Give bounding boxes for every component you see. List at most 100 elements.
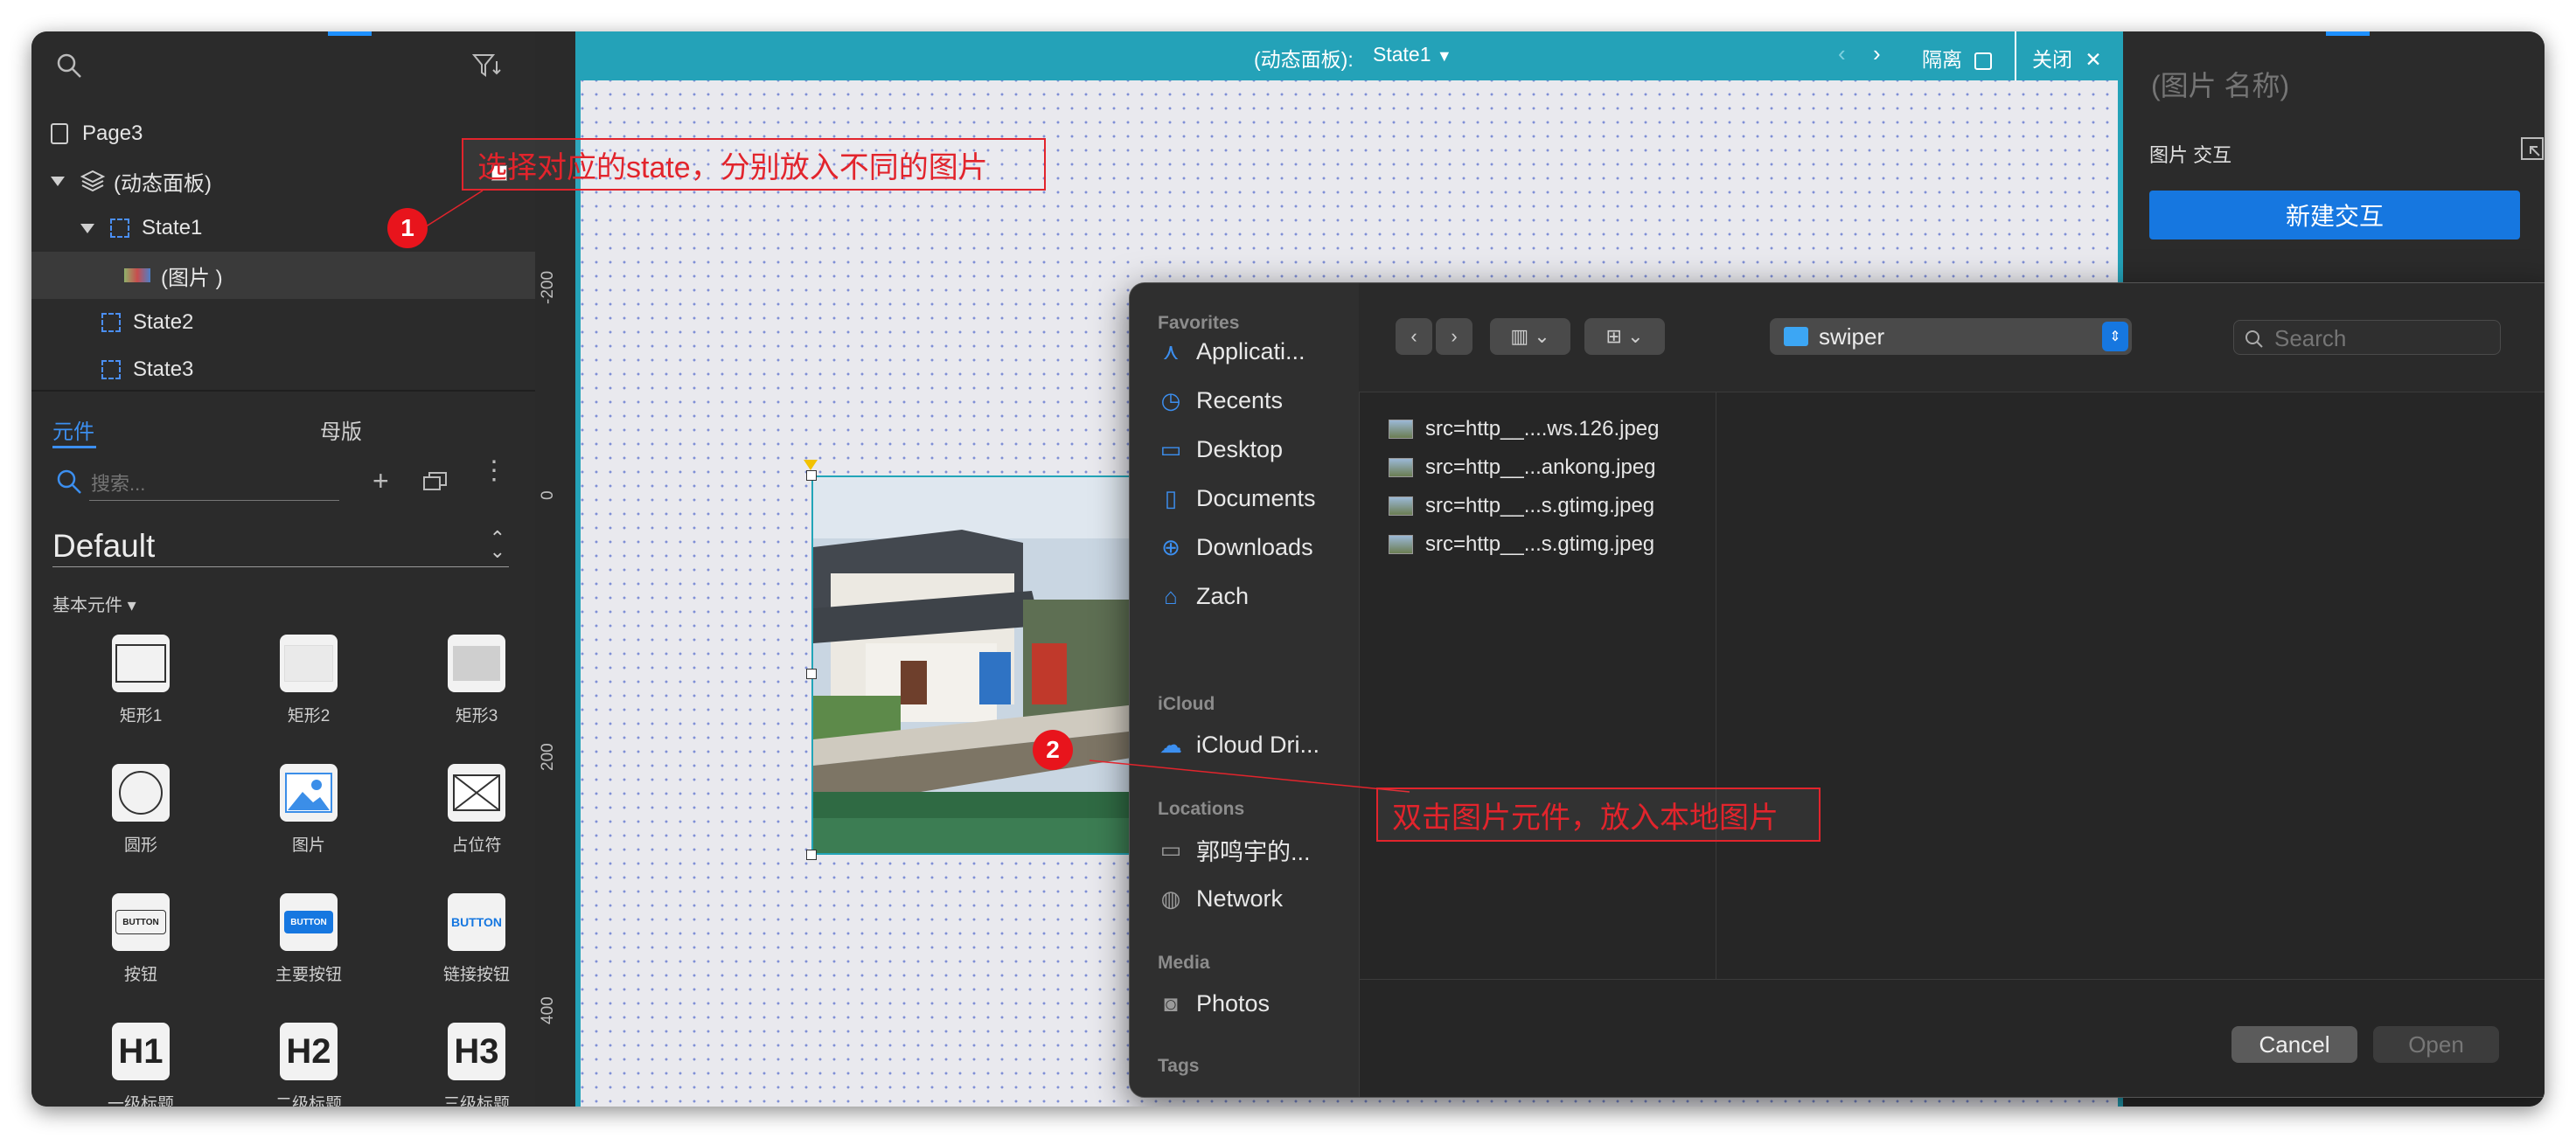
selection-handle[interactable] xyxy=(806,470,817,481)
library-item-label: 二级标题 xyxy=(275,1095,342,1107)
sidebar-item-desktop[interactable]: ▭ Desktop xyxy=(1158,430,1283,468)
sidebar-item-photos[interactable]: ◙ Photos xyxy=(1158,984,1270,1023)
image-file-icon xyxy=(1389,496,1413,516)
library-item-image[interactable]: 图片 xyxy=(243,764,374,878)
add-icon[interactable]: + xyxy=(372,465,389,497)
circle-icon xyxy=(112,764,170,822)
next-state-icon[interactable]: › xyxy=(1873,40,1881,67)
search-input[interactable] xyxy=(2273,324,2495,352)
expand-caret-icon[interactable] xyxy=(80,223,94,233)
sidebar-item-recents[interactable]: ◷ Recents xyxy=(1158,381,1283,420)
expand-caret-icon[interactable] xyxy=(51,176,65,186)
tab-masters[interactable]: 母版 xyxy=(320,414,362,445)
library-item-h3[interactable]: H3 三级标题 xyxy=(411,1023,542,1107)
library-item-rect2[interactable]: 矩形2 xyxy=(243,635,374,748)
isolate-button[interactable]: 隔离 xyxy=(1922,43,1993,73)
image-file-icon xyxy=(1389,458,1413,477)
laptop-icon: ▭ xyxy=(1159,836,1182,863)
applications-icon: ⋏ xyxy=(1162,337,1180,364)
caret-down-icon: ▼ xyxy=(1436,47,1452,65)
home-icon: ⌂ xyxy=(1164,582,1178,609)
more-icon[interactable]: ⋮ xyxy=(481,458,507,484)
sidebar-item-home[interactable]: ⌂ Zach xyxy=(1158,577,1249,615)
divider xyxy=(31,390,535,392)
library-select[interactable]: Default ⌃ ⌄ xyxy=(52,528,509,567)
library-item-primary-button[interactable]: BUTTON 主要按钮 xyxy=(243,893,374,1007)
ruler-mark: 400 xyxy=(539,996,557,1024)
expand-panel-icon[interactable] xyxy=(2520,136,2545,161)
file-item[interactable]: src=http__....ws.126.jpeg xyxy=(1389,413,1660,446)
tab-components[interactable]: 元件 xyxy=(52,414,94,445)
library-item-rect1[interactable]: 矩形1 xyxy=(75,635,206,748)
category-label[interactable]: 基本元件 ▾ xyxy=(52,591,136,616)
library-item-rect3[interactable]: 矩形3 xyxy=(411,635,542,748)
library-item-placeholder[interactable]: 占位符 xyxy=(411,764,542,878)
outline-state-row[interactable]: State1 xyxy=(31,205,584,252)
file-item[interactable]: src=http__...s.gtimg.jpeg xyxy=(1389,489,1654,523)
sidebar-item-documents[interactable]: ▯ Documents xyxy=(1158,479,1316,517)
outline-state-row[interactable]: State2 xyxy=(31,299,605,346)
file-item[interactable]: src=http__...ankong.jpeg xyxy=(1389,451,1656,484)
library-item-link-button[interactable]: BUTTON 链接按钮 xyxy=(411,893,542,1007)
rotation-handle-icon[interactable] xyxy=(804,460,818,470)
sidebar-item-downloads[interactable]: ⊕ Downloads xyxy=(1158,528,1312,566)
footer-divider xyxy=(1359,979,2545,980)
library-item-label: 一级标题 xyxy=(107,1095,174,1107)
sidebar-section-tags: Tags xyxy=(1158,1056,1200,1076)
library-search-input[interactable] xyxy=(89,468,339,501)
ruler-mark: -200 xyxy=(539,270,557,304)
globe-icon: ◍ xyxy=(1160,885,1181,912)
library-item-label: 占位符 xyxy=(451,836,502,855)
close-button[interactable]: 关闭 ✕ xyxy=(2032,43,2102,73)
annotation-badge-1: 1 xyxy=(387,208,428,248)
sidebar-item-applications[interactable]: ⋏ Applicati... xyxy=(1158,332,1305,371)
search-icon xyxy=(57,469,81,494)
filter-icon[interactable] xyxy=(472,52,502,79)
state-label: State1 xyxy=(142,216,203,239)
forward-button[interactable]: › xyxy=(1436,318,1472,355)
dynamic-panel-label: (动态面板) xyxy=(114,171,212,196)
view-mode-button[interactable]: ▥ ⌄ xyxy=(1490,318,1570,355)
library-item-label: 按钮 xyxy=(123,966,157,984)
isolate-icon xyxy=(1974,52,1993,70)
library-item-label: 链接按钮 xyxy=(442,966,510,984)
open-button[interactable]: Open xyxy=(2373,1026,2499,1063)
sidebar-item-computer[interactable]: ▭ 郭鸣宇的... xyxy=(1158,830,1311,869)
ruler-mark: 0 xyxy=(539,490,557,500)
library-item-h2[interactable]: H2 二级标题 xyxy=(243,1023,374,1107)
selection-handle[interactable] xyxy=(806,850,817,860)
element-name-input[interactable] xyxy=(2149,63,2520,108)
selection-handle[interactable] xyxy=(806,669,817,679)
chevron-right-icon: › xyxy=(1451,325,1458,347)
duplicate-icon[interactable] xyxy=(422,470,449,493)
sidebar-section-icloud: iCloud xyxy=(1158,694,1215,714)
library-item-h1[interactable]: H1 一级标题 xyxy=(75,1023,206,1107)
state-icon xyxy=(110,219,129,238)
prev-state-icon[interactable]: ‹ xyxy=(1838,40,1846,67)
search-icon[interactable] xyxy=(56,52,82,79)
folder-path-popup[interactable]: swiper ⇕ xyxy=(1770,318,2132,355)
state-dropdown[interactable]: State1 ▼ xyxy=(1373,43,1452,66)
library-item-button[interactable]: BUTTON 按钮 xyxy=(75,893,206,1007)
back-button[interactable]: ‹ xyxy=(1396,318,1432,355)
rect-outline-icon xyxy=(112,635,170,692)
image-thumb-icon xyxy=(124,268,150,282)
folder-name: swiper xyxy=(1819,323,1885,350)
h3-icon: H3 xyxy=(448,1023,505,1080)
desktop-icon: ▭ xyxy=(1159,435,1182,462)
toolbar-divider xyxy=(2015,31,2016,80)
search-field[interactable] xyxy=(2233,320,2501,355)
document-icon: ▯ xyxy=(1164,484,1178,511)
new-interaction-button[interactable]: 新建交互 xyxy=(2149,191,2520,239)
library-item-circle[interactable]: 圆形 xyxy=(75,764,206,878)
layers-icon xyxy=(80,170,105,192)
download-icon: ⊕ xyxy=(1161,533,1180,560)
group-mode-button[interactable]: ⊞ ⌄ xyxy=(1584,318,1665,355)
sidebar-item-network[interactable]: ◍ Network xyxy=(1158,879,1283,918)
app-window: Page3 (动态面板) State1 (图片 ) State2 State3 … xyxy=(31,31,2545,1107)
outline-state-row[interactable]: State3 xyxy=(31,346,605,393)
cancel-button[interactable]: Cancel xyxy=(2231,1026,2357,1063)
image-icon xyxy=(280,764,338,822)
library-item-label: 矩形2 xyxy=(287,707,331,725)
file-item[interactable]: src=http__...s.gtimg.jpeg xyxy=(1389,528,1654,561)
